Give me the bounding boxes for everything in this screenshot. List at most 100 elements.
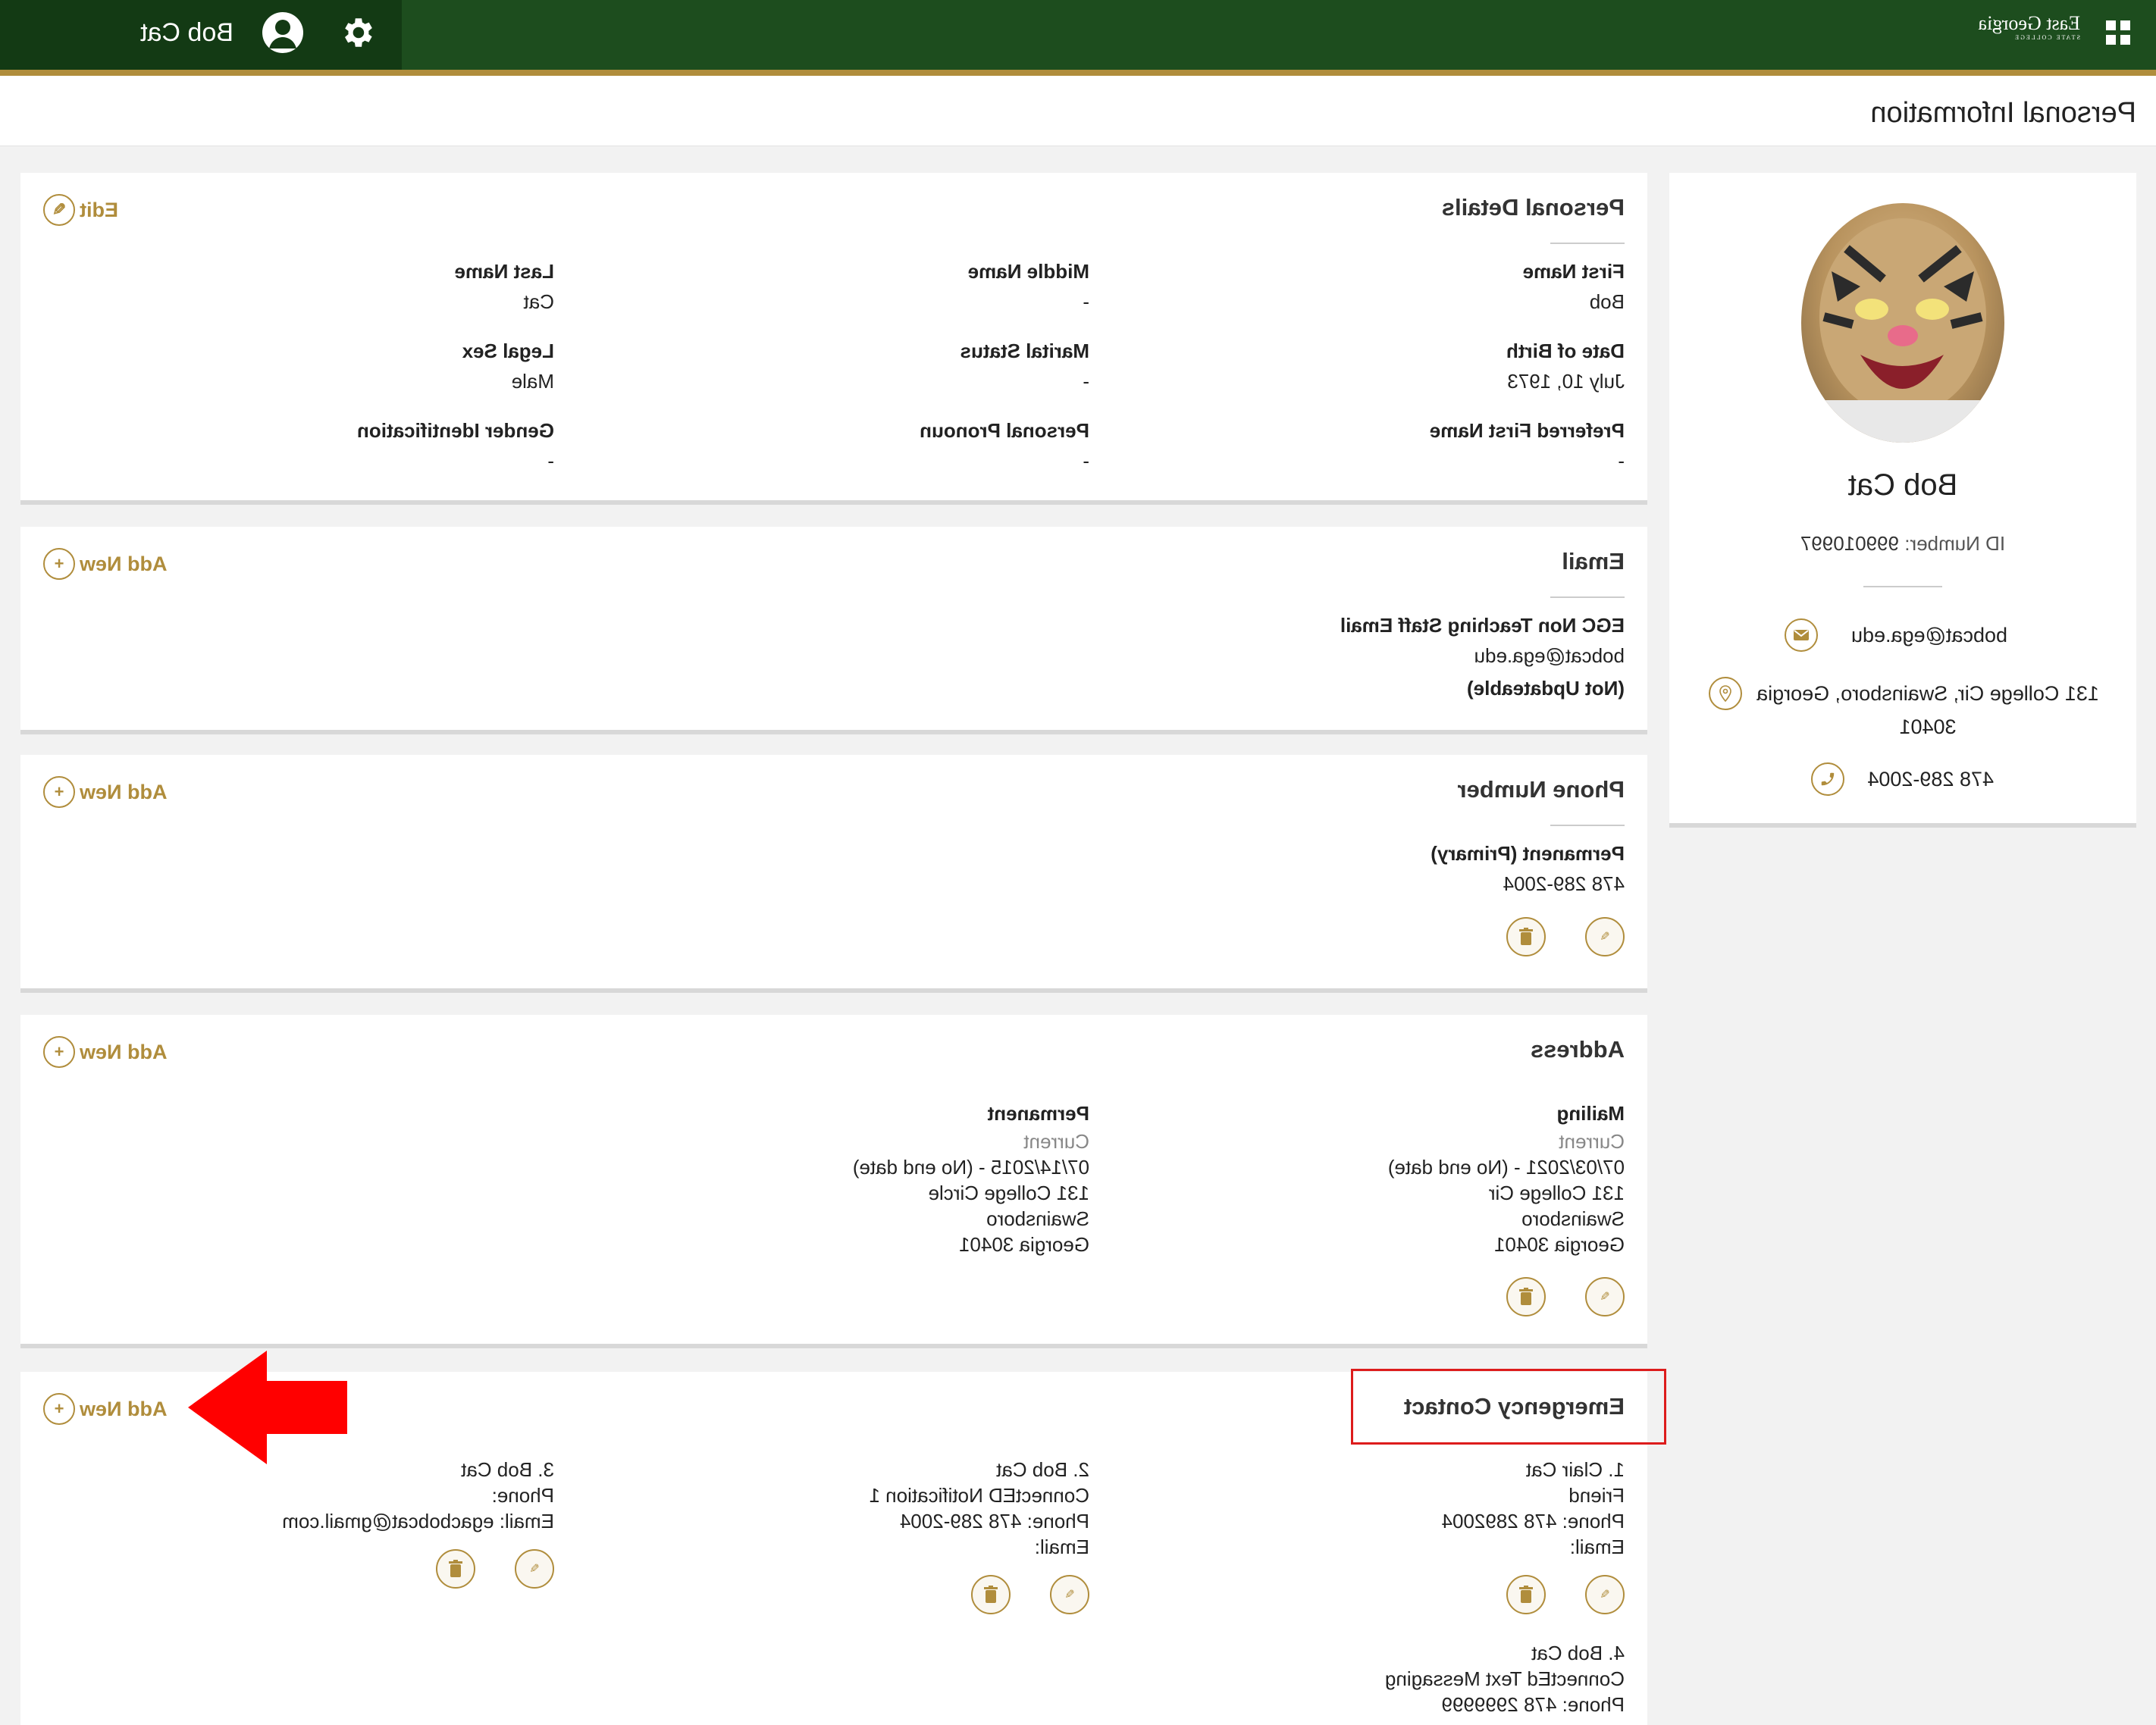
pencil-icon: ✎ [1600,1589,1610,1601]
add-phone-button[interactable]: + Add New [43,776,168,808]
emergency-contact-3: 3. Bob Cat Phone: Email: egacbobcat@gmai… [282,1457,554,1534]
trash-icon [984,1586,998,1603]
preferred-first-name-label: Preferred First Name [1429,419,1625,442]
contact-email: Email: [1569,1536,1625,1558]
middle-name-value: - [1083,290,1089,313]
address-state-zip: Georgia 30401 [958,1233,1089,1256]
add-new-label: Add New [80,1397,168,1420]
personal-details-section: Personal Details ✎ Edit First Name Bob M… [20,173,1647,505]
address-status: Current [1023,1130,1089,1153]
phone-icon [1811,762,1844,796]
profile-id: ID Number: 999010997 [1669,532,2136,556]
address-street: 131 College Cir [1488,1182,1625,1204]
email-section: Email + Add New EGC Non Teaching Staff E… [20,527,1647,734]
contact-email: Email: egacbobcat@gmail.com [282,1510,554,1532]
page-header: Personal Information [0,76,2156,146]
edit-button[interactable]: ✎ Edit [43,194,118,226]
envelope-icon [1785,618,1818,652]
profile-divider [1863,586,1942,587]
add-new-label: Add New [80,1040,168,1063]
gender-identification-value: - [547,449,554,472]
add-address-button[interactable]: + Add New [43,1036,168,1068]
contact-phone: Phone: 478 2892004 [1441,1510,1625,1532]
college-logo[interactable]: East Georgia STATE COLLEGE [1978,12,2080,41]
plus-icon: + [43,1393,75,1425]
edit-contact-button[interactable]: ✎ [515,1549,554,1589]
delete-contact-button[interactable] [436,1549,475,1589]
email-note: (Not Updateable) [1467,677,1625,700]
section-title: Email [1562,548,1625,574]
phone-number-value: 478 289-2004 [1503,872,1625,895]
section-title: Phone Number [1457,776,1625,803]
contact-phone: Phone: [491,1484,554,1507]
profile-email[interactable]: bobcat@ega.edu [1851,618,2007,652]
trash-icon [1519,1288,1533,1305]
trash-icon [1519,928,1533,945]
address-dates: 07/03/2021 - (No end date) [1387,1156,1625,1179]
delete-phone-button[interactable] [1506,917,1546,956]
last-name-value: Cat [523,290,554,313]
address-line-2: 30401 [1899,715,1957,738]
edit-phone-button[interactable]: ✎ [1585,917,1625,956]
add-new-label: Add New [80,552,168,575]
location-pin-icon [1709,677,1742,710]
delete-address-button[interactable] [1506,1277,1546,1316]
address-type: Mailing [1556,1102,1625,1125]
section-title: Address [1530,1036,1625,1063]
email-address[interactable]: bobcat@ega.edu [1474,643,1625,668]
apps-grid-icon[interactable] [2106,20,2130,45]
emergency-contact-4: 4. Bob Cat ConnectEd Text Messaging Phon… [1385,1640,1625,1717]
emergency-contact-highlight-box [1351,1369,1666,1445]
add-emergency-contact-button[interactable]: + Add New [43,1393,168,1425]
trash-icon [1519,1586,1533,1603]
address-city: Swainsboro [986,1207,1089,1230]
emergency-contact-1: 1. Clair Cat Friend Phone: 478 2892004 E… [1442,1457,1625,1560]
personal-pronoun-value: - [1083,449,1089,472]
pencil-icon: ✎ [1064,1589,1075,1601]
first-name-label: First Name [1522,260,1625,283]
logo-text: East Georgia [1978,12,2080,34]
edit-address-button[interactable]: ✎ [1585,1277,1625,1316]
profile-phone[interactable]: 478 289-2004 [1867,762,1994,796]
contact-relationship: ConnectED Notification 1 [869,1484,1089,1507]
delete-contact-button[interactable] [971,1575,1011,1614]
contact-relationship: Friend [1568,1484,1625,1507]
pencil-icon: ✎ [1600,931,1610,944]
address-line-1: 131 College Cir, Swainsboro, Georgia [1756,682,2099,705]
page-title: Personal Information [1870,97,2136,129]
personal-pronoun-label: Personal Pronoun [920,419,1089,442]
address-status: Current [1559,1130,1625,1153]
emergency-contact-2: 2. Bob Cat ConnectED Notification 1 Phon… [870,1457,1089,1560]
user-name[interactable]: Bob Cat [140,18,233,48]
delete-contact-button[interactable] [1506,1575,1546,1614]
edit-contact-button[interactable]: ✎ [1585,1575,1625,1614]
profile-card: Bob Cat ID Number: 999010997 bobcat@ega.… [1669,173,2136,828]
address-city: Swainsboro [1521,1207,1625,1230]
legal-sex-value: Male [511,370,554,393]
contact-name: 4. Bob Cat [1531,1642,1625,1664]
date-of-birth-label: Date of Birth [1506,340,1625,362]
user-menu-area: Bob Cat [0,0,402,70]
edit-label: Edit [80,198,118,221]
pencil-icon: ✎ [1600,1291,1610,1304]
top-navigation-bar: East Georgia STATE COLLEGE Bob Cat [0,0,2156,76]
phone-number-section: Phone Number + Add New Permanent (Primar… [20,755,1647,993]
marital-status-value: - [1083,370,1089,393]
section-divider [1550,596,1625,598]
section-title: Personal Details [1441,194,1625,221]
contact-phone: Phone: 478 2999999 [1441,1693,1625,1716]
user-avatar-icon[interactable] [262,12,303,53]
legal-sex-label: Legal Sex [462,340,554,362]
edit-contact-button[interactable]: ✎ [1050,1575,1089,1614]
trash-icon [449,1560,462,1577]
gear-icon[interactable] [341,14,379,52]
last-name-label: Last Name [454,260,555,283]
contact-phone: Phone: 478 289-2004 [899,1510,1089,1532]
add-email-button[interactable]: + Add New [43,548,168,580]
id-value: 999010997 [1800,532,1899,555]
gender-identification-label: Gender Identification [356,419,554,442]
add-new-label: Add New [80,780,168,803]
contact-relationship: ConnectEd Text Messaging [1384,1667,1625,1690]
preferred-first-name-value: - [1618,449,1625,472]
email-type: EGC Non Teaching Staff Email [1340,614,1625,637]
